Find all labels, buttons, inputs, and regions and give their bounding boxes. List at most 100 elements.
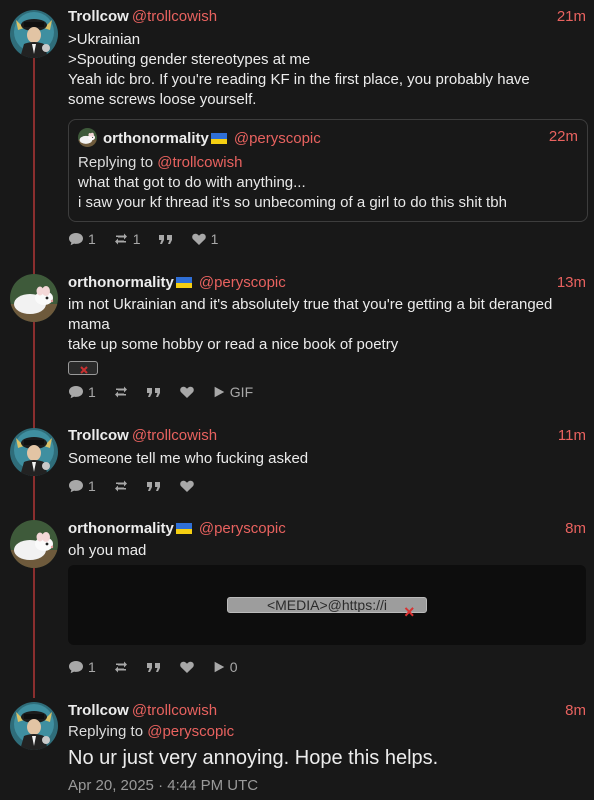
post-header: orthonormality @peryscopic 8m xyxy=(68,520,586,540)
display-name[interactable]: Trollcow xyxy=(68,427,129,444)
like-button[interactable] xyxy=(179,384,195,400)
quote-icon xyxy=(158,231,174,247)
replying-to-label: Replying to xyxy=(68,723,144,740)
avatar[interactable] xyxy=(10,520,58,568)
gif-label: GIF xyxy=(229,384,254,400)
repost-button[interactable] xyxy=(113,659,129,675)
gif-button[interactable]: GIF xyxy=(212,384,253,400)
display-name[interactable]: orthonormality xyxy=(68,520,174,537)
ukraine-flag-icon xyxy=(175,277,192,288)
text-line: some screws loose yourself. xyxy=(68,91,257,108)
quote-button[interactable] xyxy=(146,478,162,494)
repost-button[interactable] xyxy=(113,384,129,400)
heart-icon xyxy=(179,659,195,675)
like-count: 1 xyxy=(210,231,219,247)
reply-count: 1 xyxy=(88,659,96,675)
text-line: im not Ukrainian and it's absolutely tru… xyxy=(68,296,553,313)
post[interactable]: Trollcow @trollcowish 21m >Ukrainian >Spo… xyxy=(0,8,594,253)
post-time[interactable]: 13m xyxy=(557,274,586,291)
user-handle[interactable]: @peryscopic xyxy=(199,274,286,291)
quote-button[interactable] xyxy=(158,231,174,247)
text-line: oh you mad xyxy=(68,542,147,559)
post-time[interactable]: 11m xyxy=(558,427,586,444)
user-handle[interactable]: @peryscopic xyxy=(234,130,321,147)
post-time[interactable]: 22m xyxy=(549,128,578,145)
reply-button[interactable]: 1 xyxy=(68,384,96,400)
ukraine-flag-icon xyxy=(210,133,227,144)
user-handle[interactable]: @trollcowish xyxy=(132,427,217,444)
display-name[interactable]: orthonormality xyxy=(103,130,209,147)
repost-button[interactable]: 1 xyxy=(113,231,141,247)
repost-button[interactable] xyxy=(113,478,129,494)
replying-to-handle[interactable]: @trollcowish xyxy=(157,154,242,171)
post-actions: 1 xyxy=(68,477,212,495)
text-line: what that got to do with anything... xyxy=(78,174,306,191)
post-time[interactable]: 21m xyxy=(557,8,586,25)
heart-icon xyxy=(191,231,207,247)
quoted-post-header: orthonormality @peryscopic 22m xyxy=(78,128,578,148)
user-handle[interactable]: @trollcowish xyxy=(132,8,217,25)
post-text: No ur just very annoying. Hope this help… xyxy=(68,747,439,769)
broken-image-icon xyxy=(80,366,88,374)
main-post[interactable]: Trollcow @trollcowish 8m Replying to @per… xyxy=(0,702,594,800)
reply-button[interactable]: 1 xyxy=(68,478,96,494)
quoted-post-text: Replying to @trollcowish what that got t… xyxy=(78,153,578,213)
play-count: 0 xyxy=(229,659,238,675)
replying-to: Replying to @peryscopic xyxy=(68,722,586,742)
play-icon xyxy=(212,385,226,399)
repost-icon xyxy=(113,231,129,247)
repost-icon xyxy=(113,659,129,675)
post-text: oh you mad xyxy=(68,541,586,561)
like-button[interactable] xyxy=(179,478,195,494)
gif-thumbnail[interactable] xyxy=(68,361,98,375)
post-text: Someone tell me who fucking asked xyxy=(68,449,586,469)
display-name[interactable]: Trollcow xyxy=(68,8,129,25)
post-header: Trollcow @trollcowish 8m xyxy=(68,702,586,722)
reply-button[interactable]: 1 xyxy=(68,659,96,675)
post[interactable]: orthonormality @peryscopic 13m im not Ukr… xyxy=(0,274,594,404)
avatar[interactable] xyxy=(10,274,58,322)
speech-bubble-icon xyxy=(68,659,84,675)
display-name[interactable]: orthonormality xyxy=(68,274,174,291)
avatar xyxy=(78,128,97,147)
avatar[interactable] xyxy=(10,10,58,58)
heart-icon xyxy=(179,478,195,494)
like-button[interactable]: 1 xyxy=(191,231,219,247)
display-name[interactable]: Trollcow xyxy=(68,702,129,719)
quoted-post[interactable]: orthonormality @peryscopic 22m Replying t… xyxy=(68,119,588,222)
post-actions: 1 0 xyxy=(68,658,255,676)
post-time[interactable]: 8m xyxy=(565,702,586,719)
user-handle[interactable]: @peryscopic xyxy=(199,520,286,537)
repost-icon xyxy=(113,478,129,494)
quote-icon xyxy=(146,384,162,400)
quote-button[interactable] xyxy=(146,659,162,675)
reply-count: 1 xyxy=(88,478,96,494)
quote-icon xyxy=(146,659,162,675)
like-button[interactable] xyxy=(179,659,195,675)
post[interactable]: Trollcow @trollcowish 11m Someone tell me… xyxy=(0,427,594,497)
post-actions: 1 1 1 xyxy=(68,230,235,248)
post-text: im not Ukrainian and it's absolutely tru… xyxy=(68,295,586,355)
reply-count: 1 xyxy=(88,231,96,247)
play-icon xyxy=(212,660,226,674)
play-button[interactable]: 0 xyxy=(212,659,238,675)
post-actions: 1 GIF xyxy=(68,383,270,401)
user-handle[interactable]: @trollcowish xyxy=(132,702,217,719)
post-timestamp[interactable]: Apr 20, 2025 · 4:44 PM UTC xyxy=(68,776,586,796)
avatar[interactable] xyxy=(10,428,58,476)
replying-to-handle[interactable]: @peryscopic xyxy=(147,723,234,740)
post-header: orthonormality @peryscopic 13m xyxy=(68,274,586,294)
quote-icon xyxy=(146,478,162,494)
ukraine-flag-icon xyxy=(175,523,192,534)
text-line: Someone tell me who fucking asked xyxy=(68,450,309,467)
quote-button[interactable] xyxy=(146,384,162,400)
reply-button[interactable]: 1 xyxy=(68,231,96,247)
post-time[interactable]: 8m xyxy=(565,520,586,537)
post[interactable]: orthonormality @peryscopic 8m oh you mad … xyxy=(0,520,594,680)
speech-bubble-icon xyxy=(68,478,84,494)
media-attachment[interactable]: <MEDIA>@https://i × xyxy=(68,565,586,645)
post-text: >Ukrainian >Spouting gender stereotypes … xyxy=(68,30,586,110)
text-line: take up some hobby or read a nice book o… xyxy=(68,336,399,353)
avatar[interactable] xyxy=(10,702,58,750)
replying-to-label: Replying to xyxy=(78,154,154,171)
